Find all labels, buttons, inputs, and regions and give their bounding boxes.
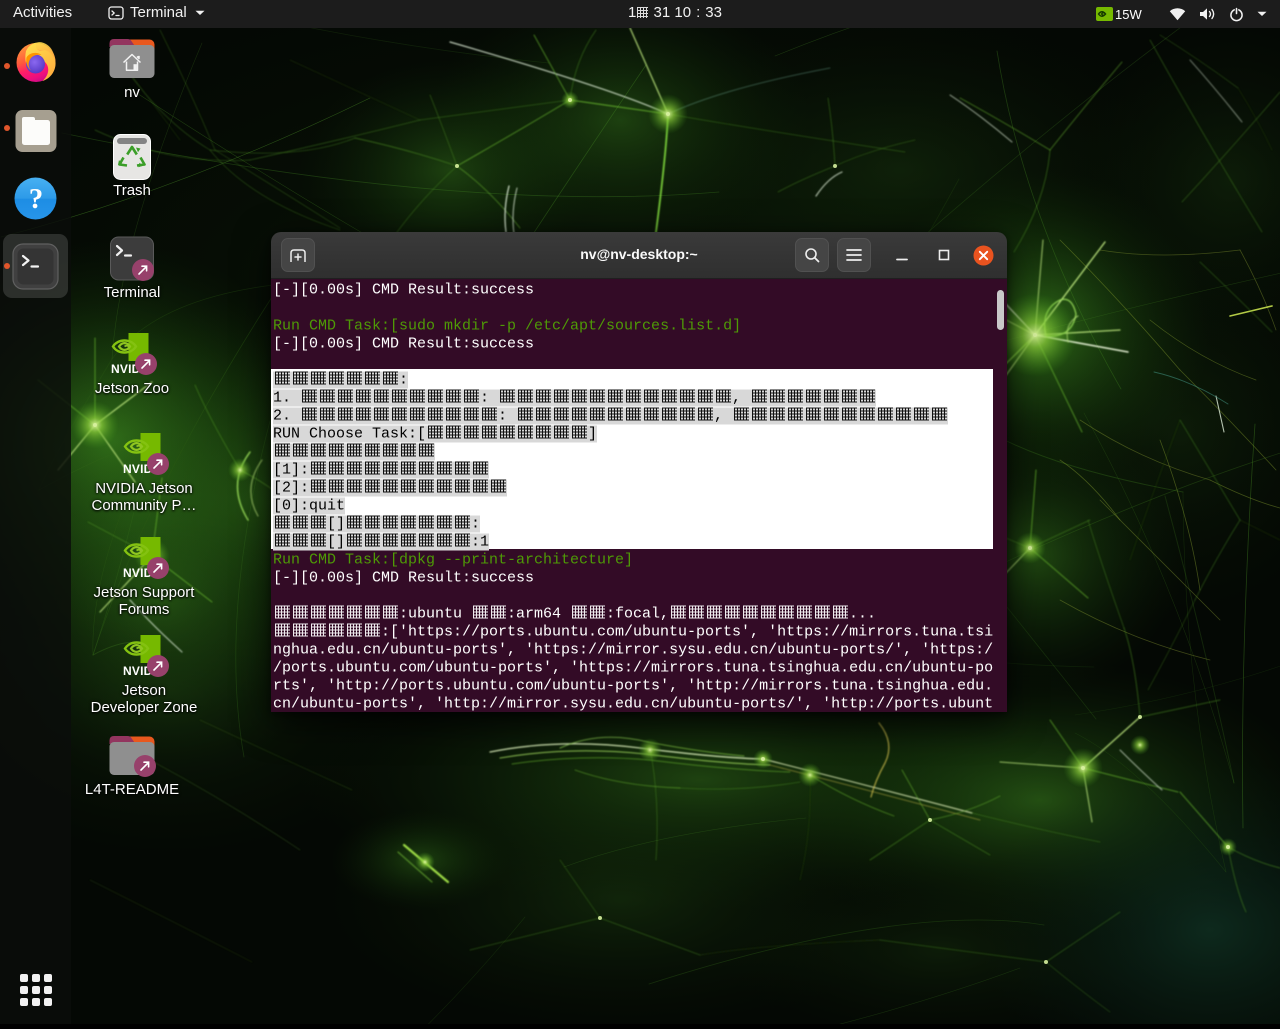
- svg-text:?: ?: [29, 183, 44, 215]
- svg-text:15W: 15W: [1115, 7, 1142, 22]
